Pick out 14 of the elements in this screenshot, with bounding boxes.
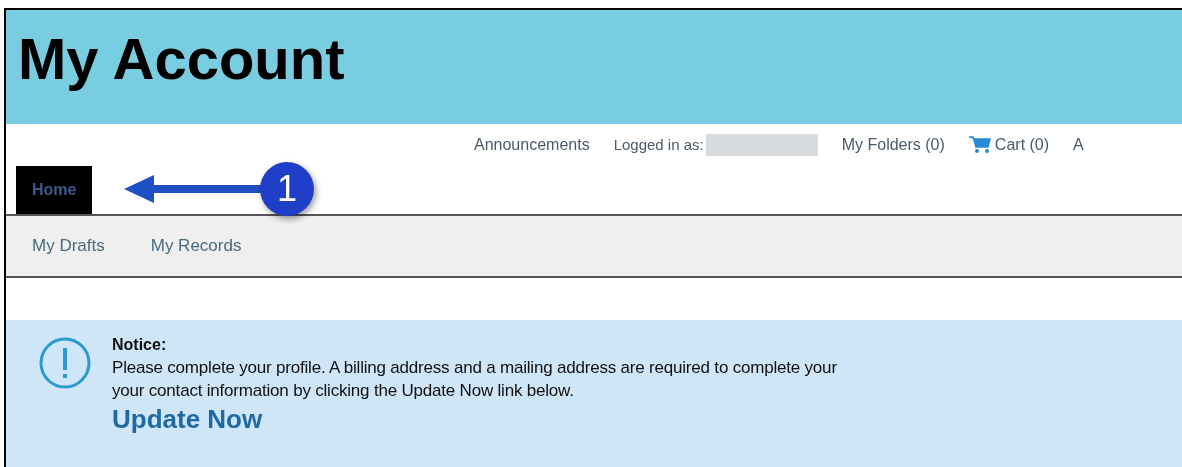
notice-text: Please complete your profile. A billing address and a mailing address are required to complete your	[112, 357, 837, 379]
logged-in-label: Logged in as:	[613, 134, 704, 155]
update-now-link[interactable]: Update Now	[112, 402, 263, 436]
nav-link[interactable]: Announcements	[474, 133, 590, 157]
notice-text: your contact information by clicking the Update Now link below.	[112, 380, 575, 402]
notice-title: Notice:	[112, 335, 168, 355]
cart-icon	[968, 136, 991, 154]
nav-link[interactable]: My Folders (0)	[841, 133, 945, 157]
cart-link[interactable]: Cart (0)	[968, 133, 1050, 157]
info-icon	[38, 336, 92, 390]
step-badge: 1	[260, 162, 314, 216]
subnav-link[interactable]: My Drafts	[32, 233, 105, 259]
nav-link[interactable]: A	[1073, 133, 1084, 157]
subnav-link[interactable]: My Records	[150, 233, 242, 259]
